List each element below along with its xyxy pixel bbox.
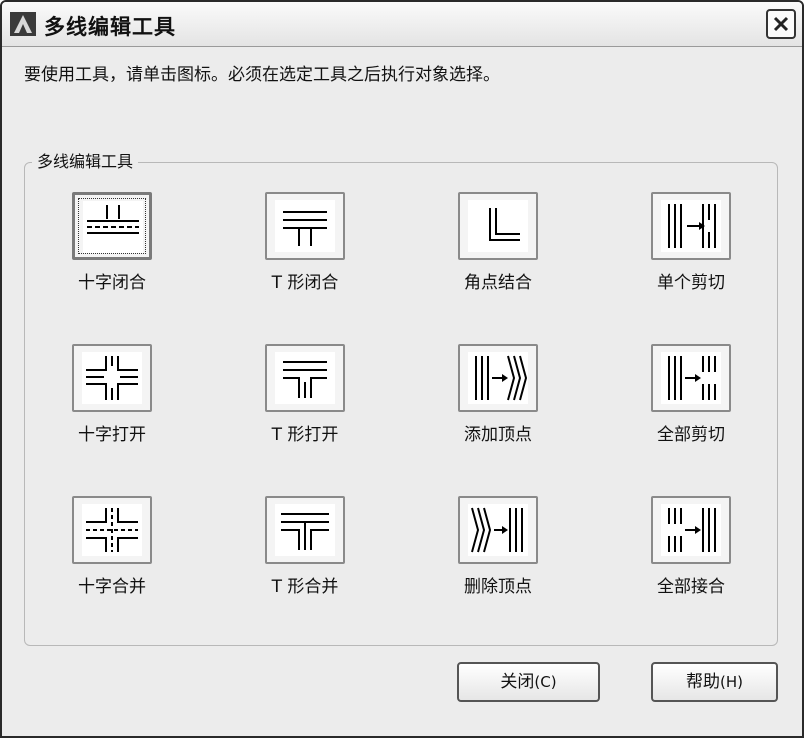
closed-tee-button[interactable] bbox=[265, 192, 345, 260]
tool-label: 十字闭合 bbox=[78, 273, 146, 293]
tool-label: 全部剪切 bbox=[657, 425, 725, 445]
close-icon bbox=[773, 16, 789, 32]
tool-merged-tee[interactable]: T 形合并 bbox=[220, 496, 390, 606]
tool-label: 单个剪切 bbox=[657, 273, 725, 293]
delete-vertex-icon bbox=[468, 504, 528, 556]
window-title: 多线编辑工具 bbox=[44, 15, 176, 39]
add-vertex-icon bbox=[468, 352, 528, 404]
tool-cut-all[interactable]: 全部剪切 bbox=[606, 344, 776, 454]
multiline-edit-dialog: 多线编辑工具 要使用工具，请单击图标。必须在选定工具之后执行对象选择。 多线编辑… bbox=[0, 0, 804, 738]
help-button-label: 帮助 bbox=[686, 672, 720, 692]
add-vertex-button[interactable] bbox=[458, 344, 538, 412]
tool-open-cross[interactable]: 十字打开 bbox=[27, 344, 197, 454]
merged-cross-icon bbox=[82, 504, 142, 556]
cut-single-icon bbox=[661, 200, 721, 252]
tool-open-tee[interactable]: T 形打开 bbox=[220, 344, 390, 454]
merged-cross-button[interactable] bbox=[72, 496, 152, 564]
tool-corner-joint[interactable]: 角点结合 bbox=[413, 192, 583, 302]
merged-tee-icon bbox=[275, 504, 335, 556]
help-hotkey: (H) bbox=[720, 673, 743, 691]
delete-vertex-button[interactable] bbox=[458, 496, 538, 564]
help-button[interactable]: 帮助(H) bbox=[651, 662, 778, 702]
open-cross-button[interactable] bbox=[72, 344, 152, 412]
tool-label: T 形合并 bbox=[271, 577, 339, 597]
closed-tee-icon bbox=[275, 200, 335, 252]
tool-cut-single[interactable]: 单个剪切 bbox=[606, 192, 776, 302]
closed-cross-button[interactable] bbox=[72, 192, 152, 260]
corner-joint-icon bbox=[468, 200, 528, 252]
close-button-label: 关闭 bbox=[500, 672, 535, 692]
tool-label: T 形打开 bbox=[271, 425, 339, 445]
autocad-logo-icon bbox=[10, 12, 36, 36]
title-bar[interactable]: 多线编辑工具 bbox=[2, 2, 802, 47]
tool-label: 十字合并 bbox=[78, 577, 146, 597]
close-hotkey: (C) bbox=[534, 673, 557, 691]
open-tee-button[interactable] bbox=[265, 344, 345, 412]
tool-label: 十字打开 bbox=[78, 425, 146, 445]
corner-joint-button[interactable] bbox=[458, 192, 538, 260]
open-cross-icon bbox=[82, 352, 142, 404]
tool-delete-vertex[interactable]: 删除顶点 bbox=[413, 496, 583, 606]
close-window-button[interactable] bbox=[766, 9, 796, 39]
cut-all-button[interactable] bbox=[651, 344, 731, 412]
group-label: 多线编辑工具 bbox=[32, 148, 139, 172]
tool-closed-cross[interactable]: 十字闭合 bbox=[27, 192, 197, 302]
tool-label: 添加顶点 bbox=[464, 425, 532, 445]
cut-single-button[interactable] bbox=[651, 192, 731, 260]
closed-cross-icon bbox=[83, 201, 143, 253]
tool-label: T 形闭合 bbox=[271, 273, 339, 293]
open-tee-icon bbox=[275, 352, 335, 404]
cut-all-icon bbox=[661, 352, 721, 404]
tool-label: 删除顶点 bbox=[464, 577, 532, 597]
merged-tee-button[interactable] bbox=[265, 496, 345, 564]
tool-label: 角点结合 bbox=[464, 273, 532, 293]
weld-all-button[interactable] bbox=[651, 496, 731, 564]
tool-weld-all[interactable]: 全部接合 bbox=[606, 496, 776, 606]
instruction-text: 要使用工具，请单击图标。必须在选定工具之后执行对象选择。 bbox=[24, 65, 500, 85]
weld-all-icon bbox=[661, 504, 721, 556]
tool-add-vertex[interactable]: 添加顶点 bbox=[413, 344, 583, 454]
close-button[interactable]: 关闭(C) bbox=[457, 662, 600, 702]
tool-label: 全部接合 bbox=[657, 577, 725, 597]
tool-closed-tee[interactable]: T 形闭合 bbox=[220, 192, 390, 302]
tool-merged-cross[interactable]: 十字合并 bbox=[27, 496, 197, 606]
